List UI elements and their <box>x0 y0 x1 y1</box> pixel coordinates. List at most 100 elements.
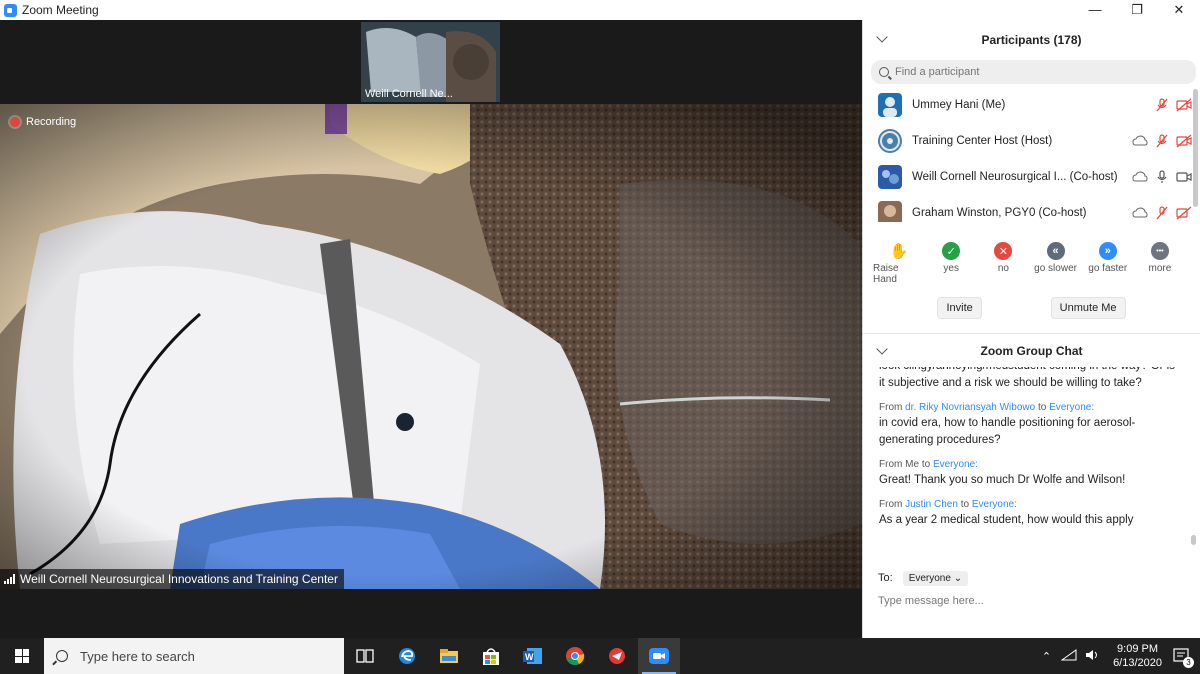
invite-button[interactable]: Invite <box>937 297 982 319</box>
volume-icon[interactable] <box>1085 649 1101 664</box>
recording-indicator: Recording <box>10 116 76 128</box>
avatar <box>878 93 902 117</box>
edge-icon[interactable] <box>386 638 428 674</box>
mic-muted-icon[interactable] <box>1154 98 1170 112</box>
chat-message-meta: From dr. Riky Novriansyah Wibowo to Ever… <box>879 402 1182 413</box>
participant-row[interactable]: Ummey Hani (Me) <box>863 87 1200 123</box>
thumbnail-video[interactable]: Weill Cornell Ne... <box>361 22 500 102</box>
window-controls: — ❐ ✕ <box>1074 0 1200 20</box>
participant-name: Weill Cornell Neurosurgical I... (Co-hos… <box>912 171 1118 183</box>
taskbar-search-placeholder: Type here to search <box>80 648 195 664</box>
participants-title: Participants (178) <box>981 33 1082 47</box>
chat-message: From Justin Chen to Everyone: As a year … <box>879 499 1182 529</box>
from-word: From <box>879 499 903 510</box>
sender-name[interactable]: dr. Riky Novriansyah Wibowo <box>905 402 1035 413</box>
unmute-me-button[interactable]: Unmute Me <box>1050 297 1126 319</box>
go-faster-button[interactable]: » go faster <box>1082 242 1134 285</box>
minimize-button[interactable]: — <box>1074 0 1116 20</box>
chevron-up-icon[interactable]: ⌃ <box>1042 650 1051 663</box>
go-slower-icon: « <box>1046 242 1065 260</box>
sender-name[interactable]: Justin Chen <box>905 499 958 510</box>
no-icon: ✕ <box>994 242 1013 260</box>
chat-message-text: As a year 2 medical student, how would t… <box>879 514 1134 526</box>
raise-hand-icon: ✋ <box>889 243 909 260</box>
chat-message: From dr. Riky Novriansyah Wibowo to Ever… <box>879 402 1182 449</box>
notification-icon[interactable]: 3 <box>1172 647 1194 668</box>
clock-time: 9:09 PM <box>1117 643 1159 655</box>
collapse-participants-icon[interactable] <box>876 31 888 43</box>
file-explorer-icon[interactable] <box>428 638 470 674</box>
more-button[interactable]: ••• more <box>1134 242 1186 285</box>
reaction-label: Raise Hand <box>873 263 899 285</box>
to-label: To: <box>878 572 893 584</box>
chat-scrollbar[interactable] <box>1191 535 1196 545</box>
participant-row[interactable]: Graham Winston, PGY0 (Co-host) <box>863 195 1200 222</box>
reaction-label: go slower <box>1034 263 1077 274</box>
raise-hand-button[interactable]: ✋ Raise Hand <box>873 242 925 285</box>
video-on-icon[interactable] <box>1176 170 1192 184</box>
zoom-icon[interactable] <box>638 638 680 674</box>
from-word: From <box>879 459 903 470</box>
start-button[interactable] <box>0 638 44 674</box>
recipient-name: Everyone: <box>971 499 1017 510</box>
thumbnail-label: Weill Cornell Ne... <box>365 88 453 100</box>
video-off-icon[interactable] <box>1176 206 1192 220</box>
chat-header: Zoom Group Chat <box>863 333 1200 367</box>
cloud-icon <box>1132 134 1148 148</box>
yes-button[interactable]: ✓ yes <box>925 242 977 285</box>
participant-search[interactable] <box>871 60 1196 84</box>
avatar <box>878 129 902 153</box>
cloud-icon <box>1132 206 1148 220</box>
speaker-name: Weill Cornell Neurosurgical Innovations … <box>20 572 338 586</box>
mic-on-icon[interactable] <box>1154 170 1170 184</box>
participant-name: Graham Winston, PGY0 (Co-host) <box>912 207 1087 219</box>
collapse-chat-icon[interactable] <box>876 343 888 355</box>
video-area: Weill Cornell Ne... Recording Weill Corn… <box>0 20 862 638</box>
mic-muted-icon[interactable] <box>1154 134 1170 148</box>
go-slower-button[interactable]: « go slower <box>1030 242 1082 285</box>
yes-icon: ✓ <box>942 242 961 260</box>
surgical-video-image <box>0 104 862 589</box>
search-icon <box>879 67 889 77</box>
maximize-button[interactable]: ❐ <box>1116 0 1158 20</box>
task-view-icon[interactable] <box>344 638 386 674</box>
video-off-icon[interactable] <box>1176 98 1192 112</box>
recipient-value: Everyone <box>908 572 951 584</box>
recipient-select[interactable]: Everyone ⌄ <box>902 570 969 586</box>
window-title: Zoom Meeting <box>22 3 99 17</box>
no-button[interactable]: ✕ no <box>977 242 1029 285</box>
recording-icon <box>10 117 20 127</box>
participant-row[interactable]: Weill Cornell Neurosurgical I... (Co-hos… <box>863 159 1200 195</box>
chat-message: look clingy/annoying/medstudent coming i… <box>879 367 1182 392</box>
to-word: to <box>960 499 970 510</box>
svg-text:W: W <box>525 652 534 662</box>
participant-search-input[interactable] <box>895 66 1175 78</box>
chat-message-text: look clingy/annoying/medstudent coming i… <box>879 367 1175 389</box>
store-icon[interactable] <box>470 638 512 674</box>
reaction-label: more <box>1148 263 1172 274</box>
chrome-icon[interactable] <box>554 638 596 674</box>
main-video-feed <box>0 104 862 589</box>
taskbar-search[interactable]: Type here to search <box>44 638 344 674</box>
participant-row[interactable]: Training Center Host (Host) <box>863 123 1200 159</box>
system-tray: ⌃ 9:09 PM 6/13/2020 3 <box>1042 638 1200 674</box>
close-button[interactable]: ✕ <box>1158 0 1200 20</box>
chat-input[interactable]: Type message here... <box>878 595 984 607</box>
more-icon: ••• <box>1150 242 1169 260</box>
chat-message-text: in covid era, how to handle positioning … <box>879 417 1136 446</box>
mic-muted-icon[interactable] <box>1154 206 1170 220</box>
chat-message-text: Great! Thank you so much Dr Wolfe and Wi… <box>879 474 1126 486</box>
to-word: to <box>921 459 931 470</box>
video-off-icon[interactable] <box>1176 134 1192 148</box>
network-icon[interactable] <box>1060 648 1077 664</box>
cloud-icon <box>1132 170 1148 184</box>
participant-name: Training Center Host (Host) <box>912 135 1053 147</box>
reaction-label: go faster <box>1088 263 1128 274</box>
reaction-label: yes <box>943 263 959 274</box>
sender-name: Me <box>905 459 920 470</box>
app-icon[interactable] <box>596 638 638 674</box>
participant-name: Ummey Hani (Me) <box>912 99 1006 111</box>
clock[interactable]: 9:09 PM 6/13/2020 <box>1113 642 1162 670</box>
word-icon[interactable]: W <box>512 638 554 674</box>
chat-message-meta: From Justin Chen to Everyone: <box>879 499 1182 510</box>
